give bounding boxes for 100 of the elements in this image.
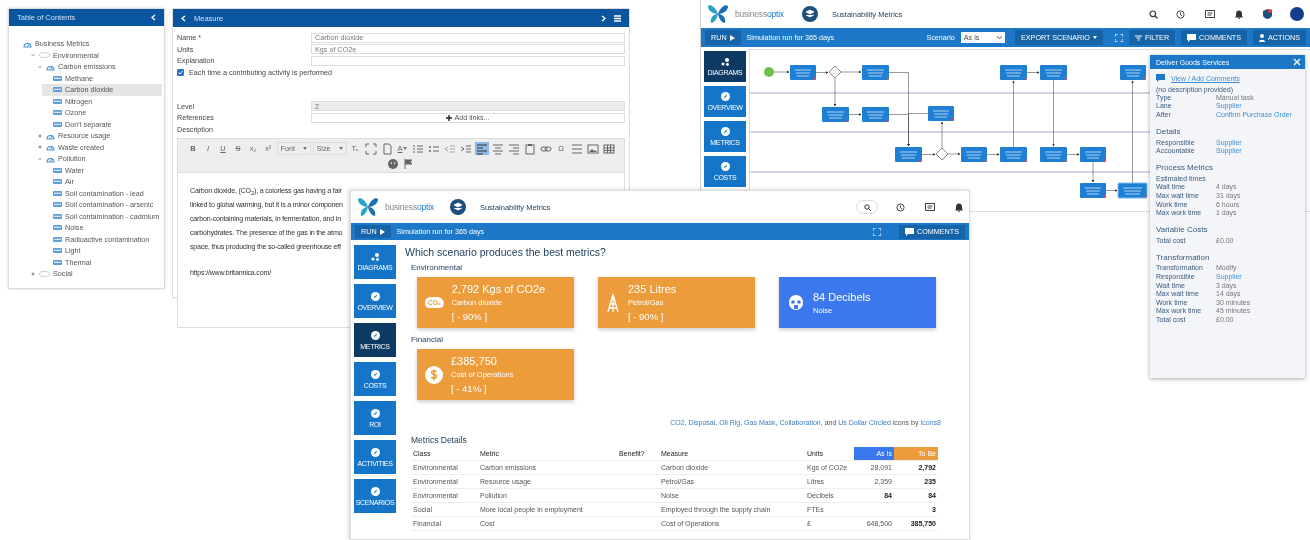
fullscreen-icon — [873, 227, 882, 236]
checkbox[interactable] — [177, 69, 184, 76]
chevron-icon — [181, 14, 186, 22]
compass-icon — [370, 369, 380, 379]
section-heading: Process Metrics — [1156, 162, 1214, 172]
chevron-icon — [601, 14, 606, 22]
expand-icon — [38, 145, 42, 150]
compass-icon — [370, 291, 380, 301]
layers-logo-icon — [449, 199, 466, 215]
horizontal-rule-icon — [570, 142, 583, 155]
history-icon — [1176, 9, 1185, 19]
filter-icon — [1134, 34, 1142, 41]
section-heading: Transformation — [1156, 252, 1211, 262]
bell-icon — [955, 202, 963, 212]
measure-bar-icon — [53, 248, 62, 254]
table-button[interactable] — [601, 142, 616, 155]
measure-bar-icon — [53, 121, 62, 127]
align-right-icon — [507, 142, 520, 155]
measure-bar-icon — [53, 87, 62, 93]
indent-button[interactable] — [458, 142, 473, 155]
measure-bar-icon — [53, 236, 62, 242]
paste-button[interactable] — [522, 142, 537, 155]
indent-icon — [459, 142, 472, 155]
compass-icon — [720, 92, 730, 101]
details-heading: Metrics Details — [411, 435, 468, 445]
bell-icon — [1235, 9, 1243, 19]
compass-icon — [720, 127, 730, 136]
metric-change: [ - 90% ] — [451, 311, 488, 322]
gas-mask-icon — [787, 293, 805, 312]
oil-rig-icon — [606, 292, 620, 313]
metric-value: 2,792 Kgs of CO2e — [451, 283, 546, 295]
diagram-nodes-icon — [720, 57, 730, 66]
comment-icon — [905, 227, 915, 236]
image-icon — [586, 142, 599, 155]
compass-icon — [370, 447, 380, 457]
history-icon — [896, 202, 905, 212]
section-heading: Details — [1156, 126, 1182, 136]
chat-icon — [925, 202, 935, 212]
caret-icon — [1092, 36, 1097, 39]
clipboard-icon — [523, 142, 536, 155]
align-left-button[interactable] — [474, 142, 489, 155]
smiley-button[interactable] — [386, 157, 400, 170]
compass-icon — [370, 486, 380, 496]
compass-icon — [370, 330, 380, 340]
measure-bar-icon — [53, 98, 62, 104]
smiley-icon — [387, 157, 399, 170]
measure-bar-icon — [53, 225, 62, 231]
table-icon — [602, 142, 615, 155]
measure-bar-icon — [53, 167, 62, 173]
image-button[interactable] — [585, 142, 600, 155]
section-heading: Variable Costs — [1156, 224, 1209, 234]
butterfly-logo-icon — [357, 197, 379, 217]
chevron-icon — [151, 14, 156, 21]
outdent-icon — [443, 142, 456, 155]
measure-bar-icon — [53, 213, 62, 219]
fullscreen-icon — [1114, 33, 1123, 42]
caret-icon — [997, 36, 1003, 39]
align-left-icon — [475, 142, 488, 155]
metric-value: £385,750 — [451, 355, 498, 367]
menu-icon — [614, 14, 621, 22]
expand-icon — [38, 133, 42, 138]
comment-icon — [1156, 74, 1165, 82]
text-field[interactable] — [311, 55, 625, 66]
avatar-icon — [1290, 7, 1304, 21]
maximize-button[interactable] — [363, 142, 378, 155]
measure-bar-icon — [53, 259, 62, 265]
play-icon — [729, 34, 735, 41]
metric-change: [ - 41% ] — [451, 383, 488, 394]
search-icon — [863, 203, 871, 211]
caret-icon — [302, 147, 307, 150]
document-icon — [380, 142, 393, 155]
play-icon — [379, 228, 385, 235]
measure-bar-icon — [53, 75, 62, 81]
butterfly-logo-icon — [707, 4, 729, 24]
diagram-nodes-icon — [370, 253, 380, 261]
shield-badge-icon — [1263, 9, 1272, 19]
comment-icon — [1187, 33, 1197, 42]
layers-logo-icon — [801, 6, 818, 22]
caret-icon — [402, 147, 407, 150]
measure-bar-icon — [53, 179, 62, 185]
compass-icon — [370, 408, 380, 418]
align-center-button[interactable] — [490, 142, 505, 155]
search-icon — [1149, 9, 1158, 19]
group-heading: Financial — [411, 335, 444, 344]
oval-icon — [39, 270, 50, 277]
maximize-icon — [364, 142, 377, 155]
compass-icon — [720, 162, 730, 171]
group-heading: Environmental — [411, 263, 464, 272]
brand-logo-text: businessoptix — [385, 202, 434, 212]
metric-value: 84 Decibels — [813, 290, 871, 303]
numbered-list-icon — [411, 142, 424, 155]
metric-change: [ - 90% ] — [628, 311, 665, 322]
person-icon — [1259, 33, 1266, 42]
metric-value: 235 Litres — [628, 283, 677, 295]
caret-icon — [338, 147, 343, 150]
oval-icon — [39, 52, 50, 59]
measure-bar-icon — [53, 202, 62, 208]
flag-icon — [403, 157, 415, 170]
brand-logo-text: businessoptix — [735, 9, 784, 19]
gauge-icon — [46, 143, 55, 152]
